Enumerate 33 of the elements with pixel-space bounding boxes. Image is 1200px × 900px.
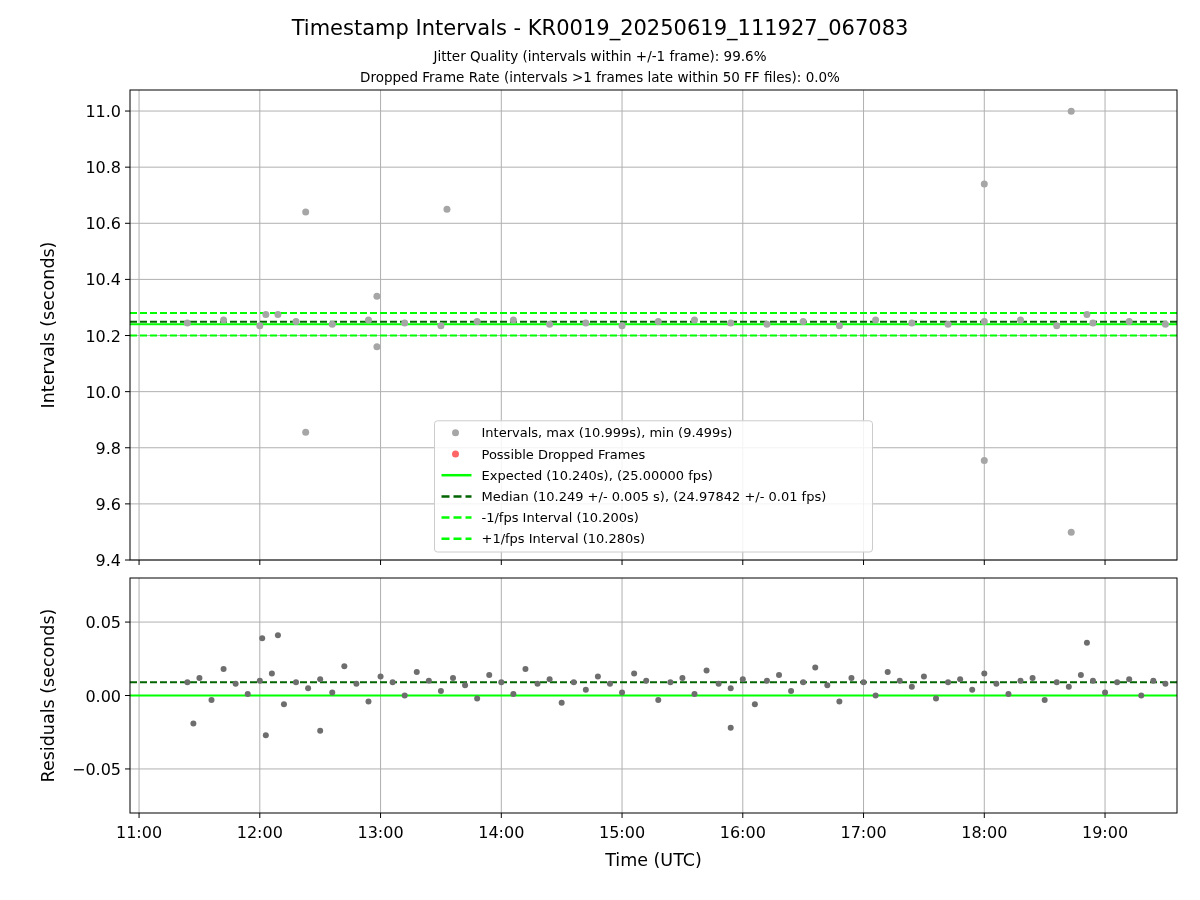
tick-label: 10.8 xyxy=(85,158,121,178)
tick-label: 18:00 xyxy=(961,823,1008,842)
tick-label: 12:00 xyxy=(236,823,283,842)
tick-label: 0.05 xyxy=(85,613,121,633)
tick-label: 9.6 xyxy=(95,494,121,514)
legend-label: Median (10.249 +/- 0.005 s), (24.97842 +/- 0.01 fps) xyxy=(481,488,827,504)
chart-subtitle: Dropped Frame Rate (intervals >1 frames late within 50 FF files): 0.0% xyxy=(360,68,840,87)
tick-label: 10.0 xyxy=(85,382,121,402)
axis-label: Intervals (seconds) xyxy=(38,241,58,409)
chart-subtitle: Jitter Quality (intervals within +/-1 frame): 99.6% xyxy=(433,47,767,66)
legend-label: Possible Dropped Frames xyxy=(481,446,646,462)
tick-label: 11.0 xyxy=(85,102,121,122)
chart-title: Timestamp Intervals - KR0019_20250619_111927_067083 xyxy=(291,15,909,41)
axis-label: Residuals (seconds) xyxy=(38,608,58,783)
tick-label: 14:00 xyxy=(478,823,525,842)
tick-label: 16:00 xyxy=(719,823,766,842)
tick-label: 9.8 xyxy=(95,438,121,458)
legend-label: +1/fps Interval (10.280s) xyxy=(481,531,646,547)
tick-label: 10.4 xyxy=(85,270,121,290)
tick-label: 10.2 xyxy=(85,326,121,346)
axis-label: Time (UTC) xyxy=(605,850,702,870)
tick-label: 15:00 xyxy=(599,823,646,842)
tick-label: 13:00 xyxy=(357,823,404,842)
tick-label: −0.05 xyxy=(71,759,121,779)
tick-label: 17:00 xyxy=(840,823,887,842)
tick-label: 9.4 xyxy=(95,551,121,570)
tick-label: 0.00 xyxy=(85,686,121,706)
legend-label: Expected (10.240s), (25.00000 fps) xyxy=(481,467,713,483)
legend-label: Intervals, max (10.999s), min (9.499s) xyxy=(481,425,733,441)
tick-label: 19:00 xyxy=(1082,823,1129,842)
tick-label: 11:00 xyxy=(116,823,163,842)
legend-label: -1/fps Interval (10.200s) xyxy=(481,510,639,526)
tick-label: 10.6 xyxy=(85,214,121,234)
